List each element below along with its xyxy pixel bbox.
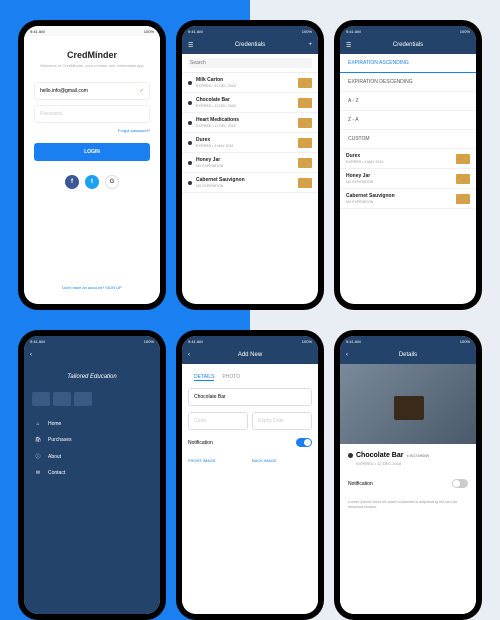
header: ☰ Credentials	[340, 36, 476, 54]
signup-link[interactable]: SIGN UP	[105, 285, 121, 290]
status-bar: 9:41 AM100%	[182, 26, 318, 36]
phone-filter: 9:41 AM100% ☰ Credentials EXPIRATION ASCE…	[334, 20, 482, 310]
tab-photo[interactable]: PHOTO	[222, 374, 240, 381]
list-item[interactable]: Chocolate BarEXPIRED • 12 DEC 2018	[182, 93, 318, 113]
recent-thumbs	[32, 392, 152, 406]
signup-prompt: Don't have an account? SIGN UP	[62, 285, 121, 290]
front-image-label[interactable]: FRONT IMAGE	[188, 458, 248, 463]
list-item[interactable]: Milk CartonEXPIRED • 12 DEC 2018	[182, 73, 318, 93]
item-status: EXPIRED • 12 DEC 2018	[356, 461, 468, 466]
menu-icon[interactable]: ☰	[346, 42, 351, 49]
phone-details: 9:41 AM100% ‹ Details Chocolate Bar● B173…	[334, 330, 482, 620]
list-item[interactable]: DurexEXPIRES • 4 MAY 2019	[182, 133, 318, 153]
app-subtitle: Welcome to CredMinder, your number one c…	[40, 63, 144, 68]
brand-logo: Tailored Education	[32, 374, 152, 380]
notification-label: Notification	[348, 481, 373, 487]
google-icon[interactable]: G	[105, 175, 119, 189]
list-item[interactable]: Heart MedicationsEXPIRED • 12 DEC 2018	[182, 113, 318, 133]
list-item[interactable]: DurexEXPIRES • 4 MAY 2019	[340, 149, 476, 169]
header: ‹ Details	[340, 346, 476, 364]
phone-addnew: 9:41 AM100% ‹ Add New DETAILS PHOTO Chocol…	[176, 330, 324, 620]
header: ‹	[24, 346, 160, 358]
item-code: ● B173HDW	[406, 453, 429, 458]
login-button[interactable]: LOGIN	[34, 143, 150, 161]
back-icon[interactable]: ‹	[30, 352, 32, 358]
list-item[interactable]: Honey JarNO EXPIRATION	[340, 169, 476, 189]
product-image	[340, 364, 476, 444]
email-field[interactable]: hello.info@gmail.com ✓	[34, 82, 150, 100]
twitter-icon[interactable]: t	[85, 175, 99, 189]
filter-option[interactable]: A - Z	[340, 92, 476, 111]
search-input[interactable]	[188, 58, 312, 68]
status-bar: 9:41 AM100%	[340, 26, 476, 36]
page-title: Credentials	[235, 42, 265, 48]
nav-item-home[interactable]: ⌂Home	[32, 416, 152, 432]
code-field[interactable]: Code	[188, 412, 248, 430]
notification-toggle[interactable]	[452, 479, 468, 488]
description: Lorem ipsum dolor sit amet consectetur a…	[348, 499, 468, 509]
back-icon[interactable]: ‹	[346, 352, 348, 358]
page-title: Add New	[238, 352, 262, 358]
status-bar: 9:41 AM100%	[24, 26, 160, 36]
list-item[interactable]: Honey JarNO EXPIRATION	[182, 153, 318, 173]
facebook-icon[interactable]: f	[65, 175, 79, 189]
add-icon[interactable]: +	[308, 42, 312, 48]
item-name: Chocolate Bar	[356, 452, 403, 459]
notification-toggle[interactable]	[296, 438, 312, 447]
back-image-label[interactable]: BACK IMAGE	[252, 458, 312, 463]
notification-label: Notification	[188, 440, 213, 446]
status-bar: 9:41 AM100%	[340, 336, 476, 346]
phone-nav: 9:41 AM100% ‹ Tailored Education ⌂Home🛍P…	[18, 330, 166, 620]
list-item[interactable]: Cabernet SauvignonNO EXPIRATION	[182, 173, 318, 193]
phone-credentials: 9:41 AM100% ☰ Credentials + Milk CartonEXP…	[176, 20, 324, 310]
nav-item-about[interactable]: ⓘAbout	[32, 448, 152, 465]
status-bar: 9:41 AM100%	[24, 336, 160, 346]
forgot-password-link[interactable]: Forgot password?	[118, 128, 150, 133]
status-bar: 9:41 AM100%	[182, 336, 318, 346]
expiry-field[interactable]: Expiry Date	[252, 412, 312, 430]
nav-item-purchases[interactable]: 🛍Purchases	[32, 432, 152, 448]
header: ☰ Credentials +	[182, 36, 318, 54]
list-item[interactable]: Cabernet SauvignonNO EXPIRATION	[340, 189, 476, 209]
page-title: Credentials	[393, 42, 423, 48]
password-field[interactable]: Password	[34, 105, 150, 123]
filter-option[interactable]: EXPIRATION ASCENDING	[340, 54, 476, 73]
header: ‹ Add New	[182, 346, 318, 364]
filter-option[interactable]: CUSTOM	[340, 130, 476, 149]
tab-details[interactable]: DETAILS	[194, 374, 214, 381]
filter-option[interactable]: EXPIRATION DESCENDING	[340, 73, 476, 92]
phone-login: 9:41 AM100% CredMinder Welcome to CredMi…	[18, 20, 166, 310]
app-title: CredMinder	[67, 50, 117, 60]
menu-icon[interactable]: ☰	[188, 42, 193, 49]
nav-item-contact[interactable]: ✉Contact	[32, 465, 152, 481]
back-icon[interactable]: ‹	[188, 352, 190, 358]
page-title: Details	[399, 352, 417, 358]
filter-option[interactable]: Z - A	[340, 111, 476, 130]
name-field[interactable]: Chocolate Bar	[188, 388, 312, 406]
